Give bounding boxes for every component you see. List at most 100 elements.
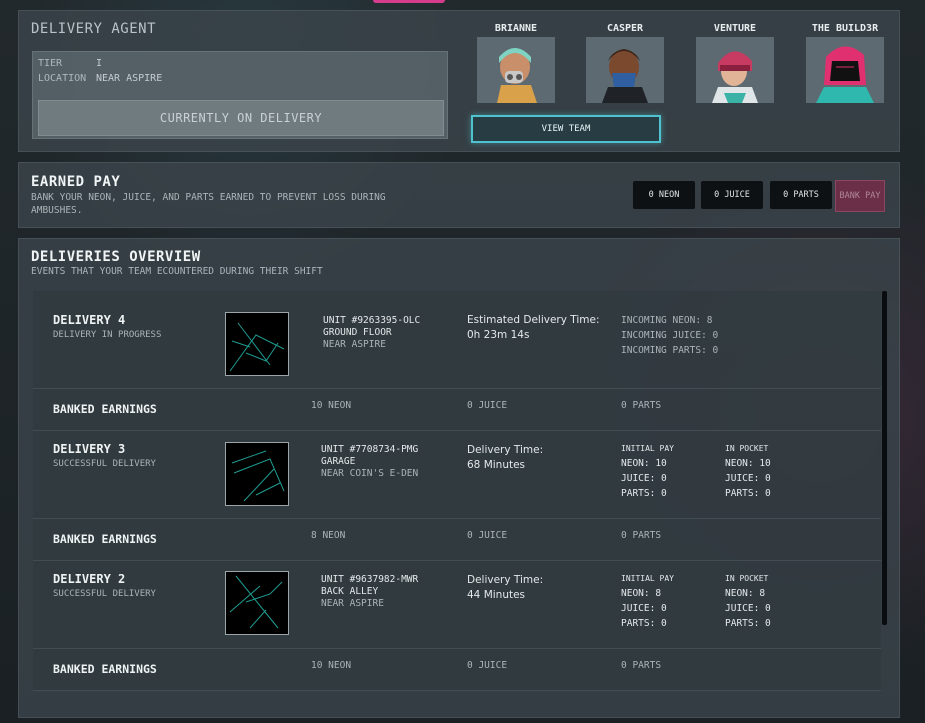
team-member-brianne[interactable]: BRIANNE — [477, 23, 555, 103]
delivery-time-label: Delivery Time: — [467, 574, 544, 586]
brianne-portrait — [477, 37, 555, 103]
in-pocket-header: IN POCKET — [725, 574, 769, 583]
initial-parts: PARTS: 0 — [621, 618, 667, 629]
pocket-juice: JUICE: 0 — [725, 603, 771, 614]
deliveries-title: DELIVERIES OVERVIEW — [31, 249, 201, 265]
delivery-row: DELIVERY 3 SUCCESSFUL DELIVERY UNIT #770… — [33, 430, 881, 519]
top-accent-bar — [373, 0, 445, 3]
banked-parts: 0 PARTS — [621, 400, 662, 411]
banked-neon: 10 NEON — [311, 400, 352, 411]
team-member-casper[interactable]: CASPER — [586, 23, 664, 103]
unit-floor: BACK ALLEY — [321, 586, 379, 597]
delivery-time: Delivery Time: 68 Minutes — [467, 443, 543, 473]
unit-location: NEAR COIN'S E-DEN — [321, 468, 419, 479]
banked-parts: 0 PARTS — [621, 530, 662, 541]
delivery-time-value: 0h 23m 14s — [467, 329, 530, 341]
delivery-unit: UNIT #7708734-PMG GARAGE NEAR COIN'S E-D… — [321, 444, 418, 480]
bank-pay-button[interactable]: BANK PAY — [835, 180, 885, 212]
delivery-time: Estimated Delivery Time: 0h 23m 14s — [467, 313, 600, 343]
incoming-juice: INCOMING JUICE: 0 — [621, 330, 719, 341]
banked-juice: 0 JUICE — [467, 530, 508, 541]
banked-juice: 0 JUICE — [467, 400, 508, 411]
deliveries-subtitle: EVENTS THAT YOUR TEAM ECOUNTERED DURING … — [31, 266, 323, 277]
unit-number: UNIT #9637982-MWR — [321, 574, 419, 585]
juice-chip: 0 JUICE — [701, 181, 763, 209]
agent-info-box: TIER I LOCATION NEAR ASPIRE CURRENTLY ON D… — [32, 51, 448, 139]
delivery-map-thumbnail[interactable] — [225, 571, 289, 635]
unit-location: NEAR ASPIRE — [323, 339, 386, 350]
unit-number: UNIT #9263395-OLC — [323, 315, 421, 326]
delivery-time-label: Estimated Delivery Time: — [467, 314, 600, 326]
delivery-name: DELIVERY 2 — [53, 572, 126, 586]
neon-chip: 0 NEON — [633, 181, 695, 209]
delivery-row: DELIVERY 2 SUCCESSFUL DELIVERY UNIT #963… — [33, 560, 881, 649]
team-member-venture[interactable]: VENTURE — [696, 23, 774, 103]
banked-neon: 10 NEON — [311, 660, 352, 671]
banked-parts: 0 PARTS — [621, 660, 662, 671]
delivery-row: DELIVERY 4 DELIVERY IN PROGRESS UNIT #92… — [33, 291, 881, 389]
incoming-parts: INCOMING PARTS: 0 — [621, 345, 719, 356]
pocket-parts: PARTS: 0 — [725, 488, 771, 499]
incoming-neon: INCOMING NEON: 8 — [621, 315, 713, 326]
delivery-unit: UNIT #9263395-OLC GROUND FLOOR NEAR ASPI… — [323, 315, 420, 351]
banked-earnings-row: BANKED EARNINGS 10 NEON 0 JUICE 0 PARTS — [33, 388, 881, 431]
delivery-time-value: 68 Minutes — [467, 459, 526, 471]
view-team-button[interactable]: VIEW TEAM — [471, 115, 661, 143]
banked-juice: 0 JUICE — [467, 660, 508, 671]
unit-number: UNIT #7708734-PMG — [321, 444, 419, 455]
banked-earnings-row: BANKED EARNINGS 10 NEON 0 JUICE 0 PARTS — [33, 648, 881, 691]
initial-pay: INITIAL PAY NEON: 8 JUICE: 0 PARTS: 0 — [621, 571, 674, 631]
member-name: THE BUILD3R — [811, 23, 879, 34]
casper-portrait — [586, 37, 664, 103]
member-name: BRIANNE — [494, 23, 538, 34]
earned-pay-subtitle: BANK YOUR NEON, JUICE, AND PARTS EARNED … — [31, 192, 386, 216]
scrollbar-thumb[interactable] — [882, 291, 887, 625]
location-row: LOCATION NEAR ASPIRE — [38, 73, 162, 84]
tier-label: TIER — [38, 58, 63, 69]
initial-pay-header: INITIAL PAY — [621, 574, 674, 583]
currently-on-delivery-button[interactable]: CURRENTLY ON DELIVERY — [38, 100, 444, 136]
delivery-time: Delivery Time: 44 Minutes — [467, 573, 543, 603]
pocket-juice: JUICE: 0 — [725, 473, 771, 484]
member-name: CASPER — [606, 23, 644, 34]
initial-neon: NEON: 10 — [621, 458, 667, 469]
builder-portrait — [806, 37, 884, 103]
initial-juice: JUICE: 0 — [621, 603, 667, 614]
parts-chip: 0 PARTS — [770, 181, 832, 209]
banked-neon: 8 NEON — [311, 530, 346, 541]
in-pocket-header: IN POCKET — [725, 444, 769, 453]
earned-pay-title: EARNED PAY — [31, 174, 121, 190]
pocket-neon: NEON: 8 — [725, 588, 766, 599]
incoming-pay: INCOMING NEON: 8 INCOMING JUICE: 0 INCOM… — [621, 313, 718, 358]
initial-pay-header: INITIAL PAY — [621, 444, 674, 453]
unit-floor: GARAGE — [321, 456, 356, 467]
banked-earnings-label: BANKED EARNINGS — [53, 402, 157, 416]
venture-portrait — [696, 37, 774, 103]
team-member-the-build3r[interactable]: THE BUILD3R — [806, 23, 884, 103]
tier-row: TIER I — [38, 58, 102, 69]
earned-pay-panel: EARNED PAY BANK YOUR NEON, JUICE, AND PA… — [18, 162, 900, 228]
pocket-neon: NEON: 10 — [725, 458, 771, 469]
deliveries-list[interactable]: DELIVERY 4 DELIVERY IN PROGRESS UNIT #92… — [33, 291, 881, 691]
delivery-map-thumbnail[interactable] — [225, 442, 289, 506]
banked-earnings-row: BANKED EARNINGS 8 NEON 0 JUICE 0 PARTS — [33, 518, 881, 561]
unit-floor: GROUND FLOOR — [323, 327, 392, 338]
member-name: VENTURE — [713, 23, 757, 34]
location-label: LOCATION — [38, 73, 87, 84]
initial-neon: NEON: 8 — [621, 588, 662, 599]
delivery-status: DELIVERY IN PROGRESS — [53, 330, 162, 340]
delivery-time-label: Delivery Time: — [467, 444, 544, 456]
delivery-map-thumbnail[interactable] — [225, 312, 289, 376]
location-value: NEAR ASPIRE — [96, 73, 163, 84]
in-pocket: IN POCKET NEON: 10 JUICE: 0 PARTS: 0 — [725, 441, 771, 501]
delivery-status: SUCCESSFUL DELIVERY — [53, 459, 156, 469]
delivery-name: DELIVERY 4 — [53, 313, 126, 327]
delivery-name: DELIVERY 3 — [53, 442, 126, 456]
deliveries-scrollbar[interactable] — [881, 291, 887, 691]
banked-earnings-label: BANKED EARNINGS — [53, 662, 157, 676]
delivery-time-value: 44 Minutes — [467, 589, 526, 601]
deliveries-overview-panel: DELIVERIES OVERVIEW EVENTS THAT YOUR TEA… — [18, 238, 900, 718]
delivery-agent-panel: DELIVERY AGENT TIER I LOCATION NEAR ASPIRE… — [18, 10, 900, 152]
in-pocket: IN POCKET NEON: 8 JUICE: 0 PARTS: 0 — [725, 571, 771, 631]
initial-pay: INITIAL PAY NEON: 10 JUICE: 0 PARTS: 0 — [621, 441, 674, 501]
